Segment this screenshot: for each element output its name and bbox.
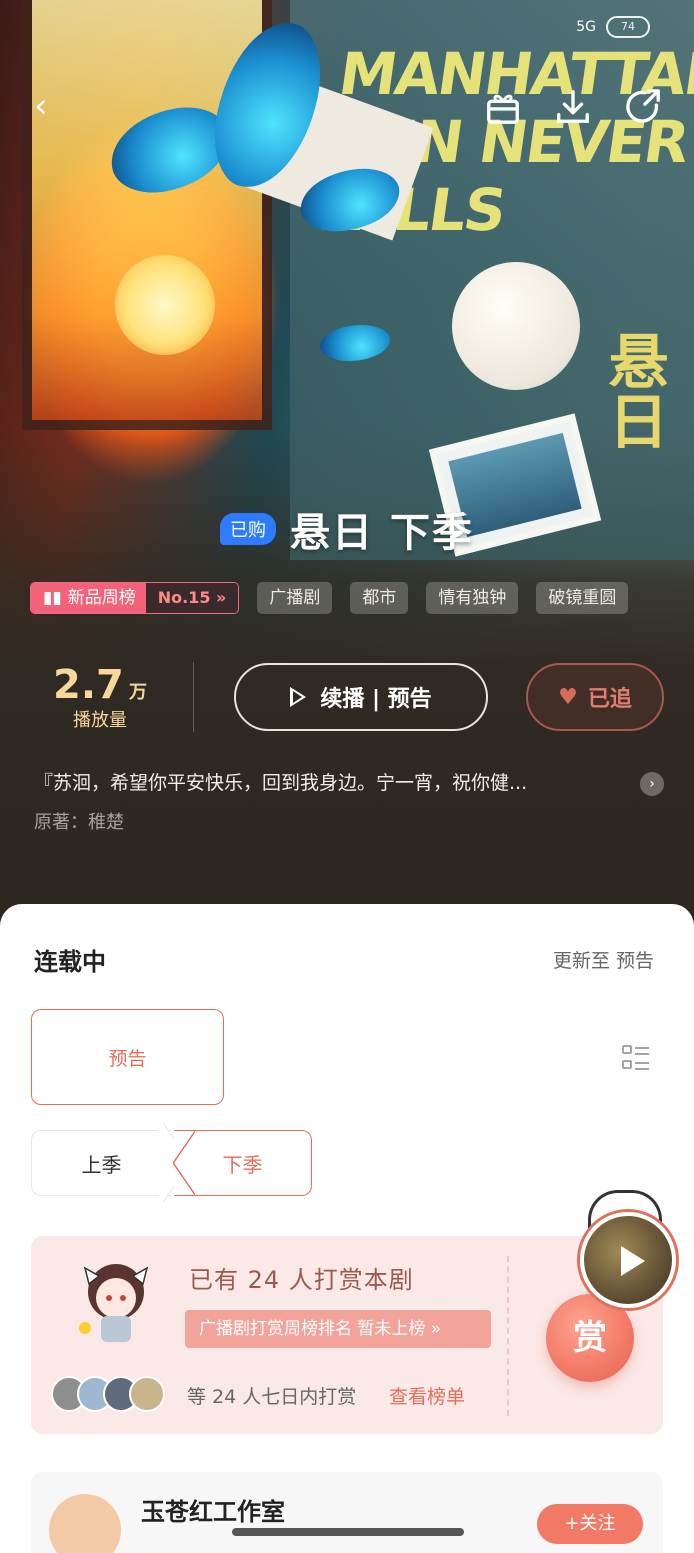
follow-drama-button[interactable]: ♥ 已追 xyxy=(526,663,664,731)
update-info: 更新至 预告 xyxy=(552,950,654,972)
tip-rank-text: 广播剧打赏周榜排名 暂未上榜 xyxy=(199,1319,426,1339)
artwork-book-title-zh: 悬日 xyxy=(598,330,668,450)
butterfly-illustration xyxy=(320,325,400,365)
season-tab-next[interactable]: 下季 xyxy=(173,1130,312,1196)
play-count-label: 播放量 xyxy=(73,710,127,731)
list-view-icon[interactable] xyxy=(622,1044,650,1072)
tip-title: 已有 24 人打赏本剧 xyxy=(189,1266,414,1294)
studio-card[interactable]: 玉苍红工作室 +关注 xyxy=(31,1472,663,1553)
play-count-unit: 万 xyxy=(128,682,147,703)
bought-badge: 已购 xyxy=(220,513,277,545)
download-icon xyxy=(557,90,589,123)
original-author: 原著：稚楚 xyxy=(34,812,124,833)
chevron-right-icon[interactable]: › xyxy=(640,772,664,796)
tipper-avatars[interactable] xyxy=(51,1376,165,1412)
tip-card: 已有 24 人打赏本剧 广播剧打赏周榜排名 暂未上榜 » 等 24 人七日内打赏… xyxy=(31,1236,663,1434)
rank-badge[interactable]: ▮▮ 新品周榜 No.15 » xyxy=(30,582,240,614)
share-button[interactable] xyxy=(622,86,664,128)
home-indicator[interactable] xyxy=(232,1528,464,1536)
back-button[interactable]: ‹ xyxy=(34,88,64,124)
play-icon xyxy=(621,1246,645,1276)
studio-name: 玉苍红工作室 xyxy=(141,1498,285,1526)
tag-item[interactable]: 都市 xyxy=(350,582,409,614)
serial-status: 连载中 xyxy=(34,948,106,976)
signal-icon: 5G xyxy=(576,19,596,35)
avatar xyxy=(129,1376,165,1412)
gift-icon xyxy=(487,94,519,124)
mascot-illustration xyxy=(79,1264,149,1342)
tip-description: 等 24 人七日内打赏 xyxy=(187,1386,357,1408)
follow-drama-label: 已追 xyxy=(587,687,632,712)
butterfly-illustration xyxy=(103,11,332,220)
play-count-number: 2.7 xyxy=(53,662,124,708)
top-actions xyxy=(482,86,664,128)
bar-chart-icon: ▮▮ xyxy=(43,588,62,608)
butterfly-illustration xyxy=(297,164,420,240)
mini-player[interactable] xyxy=(580,1212,676,1308)
artwork-sun xyxy=(115,255,215,355)
episode-card[interactable]: 预告 xyxy=(31,1009,224,1105)
divider xyxy=(193,662,194,732)
tip-rank-banner[interactable]: 广播剧打赏周榜排名 暂未上榜 » xyxy=(185,1310,491,1348)
continue-play-label: 续播 | 预告 xyxy=(320,687,432,712)
status-bar: 5G 74 xyxy=(576,16,650,38)
rank-value: No.15 xyxy=(157,588,211,607)
drama-title: 悬日 下季 xyxy=(290,509,474,556)
tag-item[interactable]: 情有独钟 xyxy=(426,582,519,614)
drama-title-row: 已购 悬日 下季 xyxy=(0,500,694,558)
avatar xyxy=(49,1494,121,1553)
play-count: 2.7 万 播放量 xyxy=(50,662,150,732)
gift-button[interactable] xyxy=(482,86,524,128)
cover-artwork: MANHATTAN'S SUN NEVER FALLS 悬日 xyxy=(0,0,694,940)
tag-item[interactable]: 破镜重圆 xyxy=(536,582,629,614)
continue-play-button[interactable]: 续播 | 预告 xyxy=(234,663,488,731)
play-icon xyxy=(290,687,307,707)
season-tab-label: 上季 xyxy=(81,1152,122,1177)
rank-label: 新品周榜 xyxy=(67,588,136,608)
share-icon xyxy=(626,89,660,123)
tag-row: ▮▮ 新品周榜 No.15 » 广播剧 都市 情有独钟 破镜重圆 xyxy=(30,582,629,614)
tag-item[interactable]: 广播剧 xyxy=(257,582,333,614)
heart-icon: ♥ xyxy=(558,684,578,710)
download-button[interactable] xyxy=(552,86,594,128)
divider xyxy=(507,1256,509,1416)
artwork-wax-seal xyxy=(452,262,580,390)
battery-icon: 74 xyxy=(606,16,650,38)
drama-summary[interactable]: 『苏洄，希望你平安快乐，回到我身边。宁一宵，祝你健... xyxy=(34,768,634,795)
double-chevron-right-icon: » xyxy=(216,588,227,607)
season-tab-previous[interactable]: 上季 xyxy=(31,1130,171,1196)
view-leaderboard-link[interactable]: 查看榜单 xyxy=(389,1382,465,1409)
season-tab-label: 下季 xyxy=(222,1152,263,1177)
double-chevron-right-icon: » xyxy=(430,1319,442,1339)
follow-studio-button[interactable]: +关注 xyxy=(537,1504,643,1544)
